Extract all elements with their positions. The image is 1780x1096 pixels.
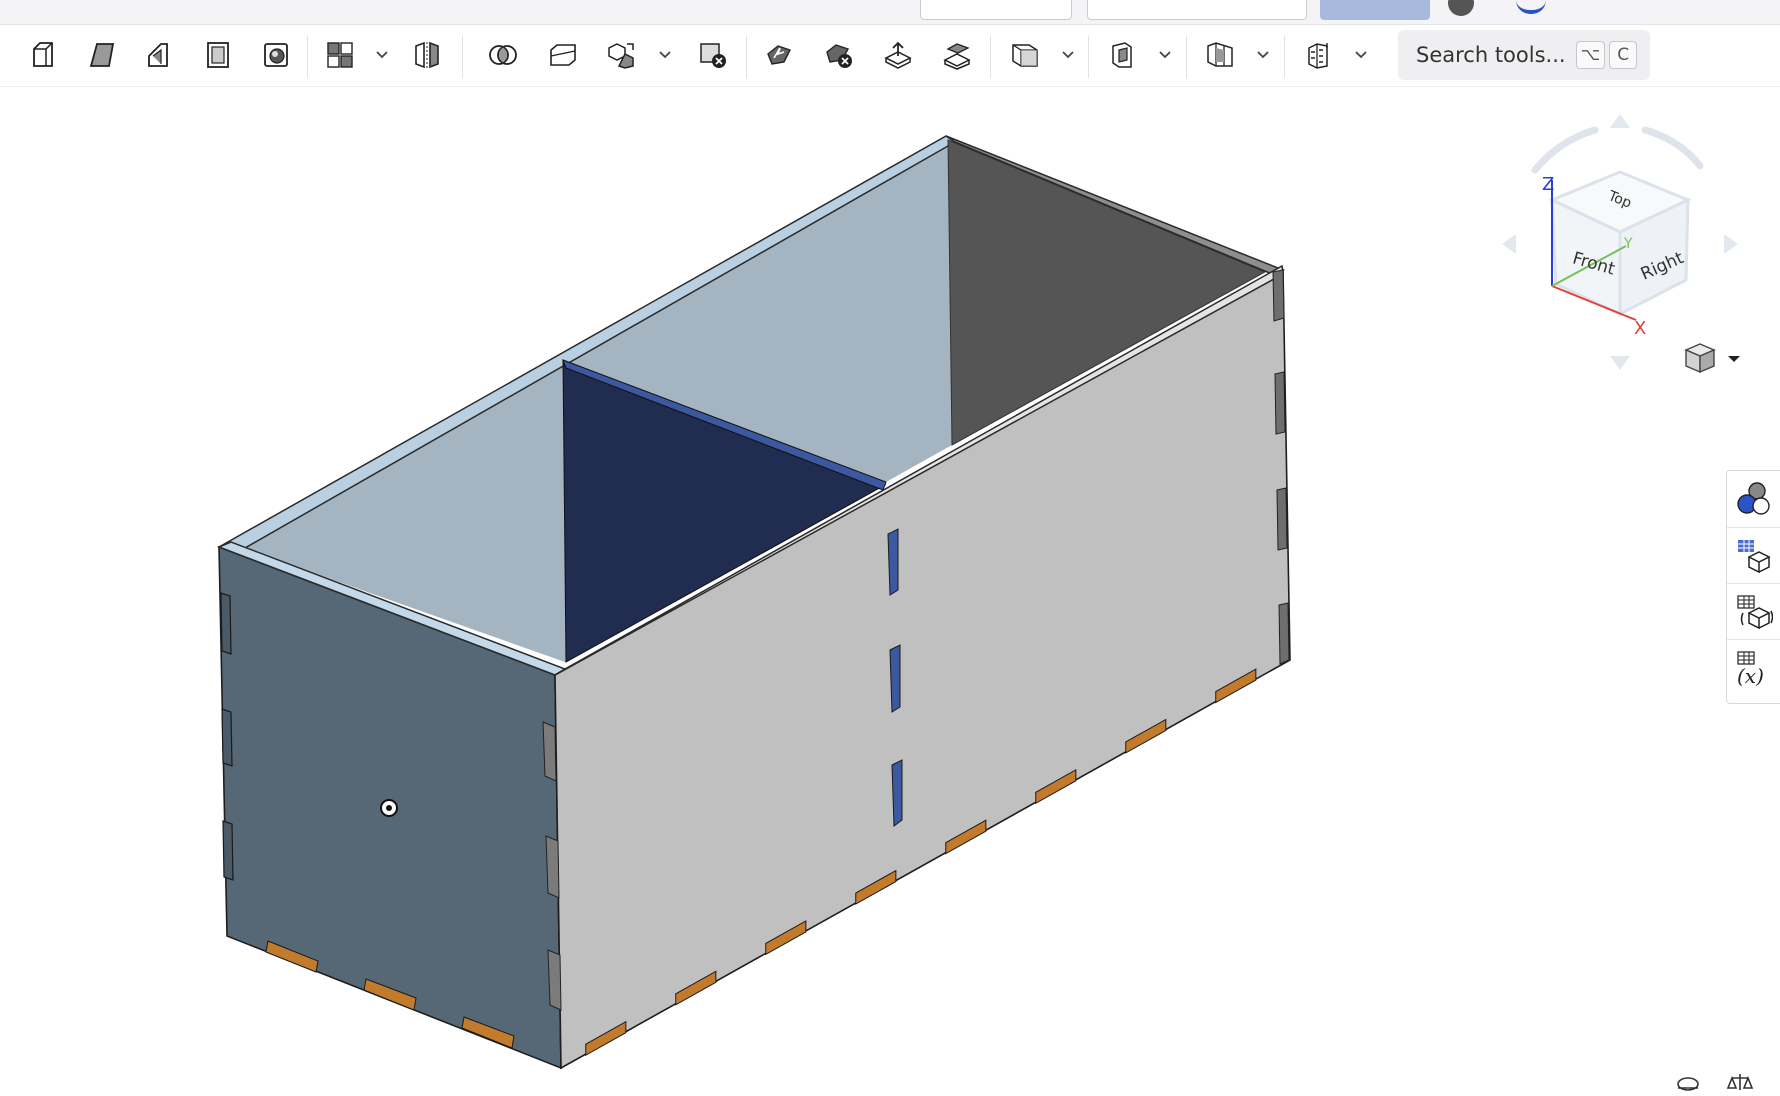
- svg-text:(x): (x): [1737, 664, 1764, 687]
- revolve-icon[interactable]: [85, 38, 119, 72]
- cursor-target-icon: [380, 799, 398, 817]
- move-face-icon[interactable]: [881, 38, 915, 72]
- view-left-arrow-icon[interactable]: [1502, 234, 1516, 254]
- frame-icon[interactable]: [1105, 38, 1139, 72]
- mirror-icon[interactable]: [410, 38, 444, 72]
- document-menu-button[interactable]: [920, 0, 1072, 20]
- configuration-icon: [1737, 595, 1773, 630]
- profile-icon[interactable]: [1516, 0, 1546, 14]
- axis-x-label: X: [1634, 318, 1646, 339]
- bottom-status-icons: [1660, 1068, 1780, 1092]
- surface-dropdown-chevron-down-icon[interactable]: [1253, 42, 1273, 68]
- appearance-icon: [1737, 482, 1770, 515]
- shortcut-c-key: C: [1609, 41, 1638, 69]
- part-studio-table-icon: [1738, 540, 1771, 574]
- view-cube[interactable]: Z Y X Top Front Right: [1490, 108, 1750, 378]
- view-mode-chevron-down-icon[interactable]: [1728, 356, 1740, 362]
- delete-part-icon[interactable]: [696, 38, 730, 72]
- frame-dropdown-chevron-down-icon[interactable]: [1155, 42, 1175, 68]
- info-icon[interactable]: [1448, 0, 1474, 16]
- rotate-right-arrow-icon[interactable]: [1641, 126, 1704, 170]
- view-up-arrow-icon[interactable]: [1610, 114, 1630, 128]
- sheet-metal-dropdown-chevron-down-icon[interactable]: [1058, 42, 1078, 68]
- pattern-icon[interactable]: [323, 38, 357, 72]
- rotate-left-arrow-icon[interactable]: [1531, 126, 1599, 174]
- laser-joint-icon[interactable]: [1301, 38, 1335, 72]
- delete-face-icon[interactable]: [822, 38, 856, 72]
- search-tools-input[interactable]: Search tools... ⌥ C: [1398, 30, 1650, 80]
- extrude-icon[interactable]: [26, 38, 60, 72]
- axis-z-label: Z: [1542, 174, 1554, 195]
- measure-icon[interactable]: [1677, 1077, 1699, 1091]
- pattern-dropdown-chevron-down-icon[interactable]: [372, 42, 392, 68]
- fillet-icon[interactable]: [259, 38, 293, 72]
- view-down-arrow-icon[interactable]: [1610, 356, 1630, 370]
- workspace-menu-button[interactable]: [1087, 0, 1307, 20]
- top-bar: [0, 0, 1780, 25]
- axis-y-label: Y: [1623, 236, 1633, 252]
- left-end-edge-slots: [220, 592, 234, 881]
- share-button[interactable]: [1320, 0, 1430, 20]
- sheet-metal-icon[interactable]: [1008, 38, 1042, 72]
- modify-face-icon[interactable]: [762, 38, 796, 72]
- configuration-button[interactable]: [1727, 583, 1780, 640]
- boolean-icon[interactable]: [486, 38, 520, 72]
- laser-joint-dropdown-chevron-down-icon[interactable]: [1351, 42, 1371, 68]
- appearance-button[interactable]: [1727, 471, 1780, 527]
- variable-icon: (x): [1737, 651, 1764, 687]
- transform-icon[interactable]: [605, 38, 639, 72]
- replace-face-icon[interactable]: [940, 38, 974, 72]
- surface-icon[interactable]: [1203, 38, 1237, 72]
- transform-dropdown-chevron-down-icon[interactable]: [655, 42, 675, 68]
- search-tools-label: Search tools...: [1416, 43, 1566, 67]
- shortcut-alt-key: ⌥: [1575, 41, 1606, 69]
- mass-properties-icon[interactable]: [1726, 1074, 1754, 1090]
- sweep-icon[interactable]: [143, 38, 177, 72]
- view-right-arrow-icon[interactable]: [1724, 234, 1738, 254]
- part-studio-table-button[interactable]: [1727, 527, 1780, 584]
- split-icon[interactable]: [546, 38, 580, 72]
- view-mode-button[interactable]: [1682, 340, 1748, 376]
- right-side-panel: (x): [1726, 470, 1780, 704]
- shaded-cube-icon: [1684, 343, 1716, 374]
- loft-icon[interactable]: [201, 38, 235, 72]
- variable-button[interactable]: (x): [1727, 639, 1780, 696]
